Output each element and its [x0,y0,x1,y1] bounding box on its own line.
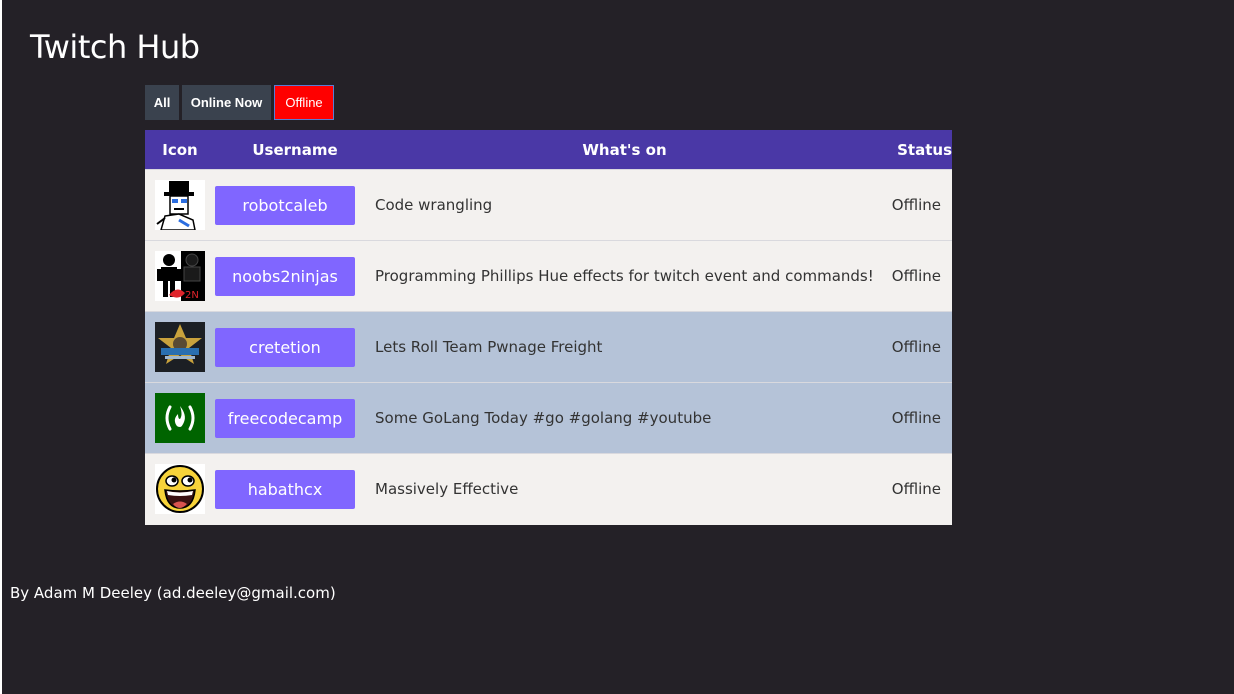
svg-text:2N: 2N [185,290,199,301]
noob-ninja-icon: 2N [155,251,205,301]
sheriff-star-icon [155,322,205,372]
status-text: Offline [891,196,941,214]
table-row: freecodecamp Some GoLang Today #go #gola… [145,382,952,454]
status-text: Offline [891,338,941,356]
filter-bar: All Online Now Offline [145,85,334,120]
whats-on-text: Some GoLang Today #go #golang #youtube [375,409,712,427]
username-button[interactable]: robotcaleb [215,185,355,225]
username-button[interactable]: habathcx [215,469,355,509]
username-button[interactable]: noobs2ninjas [215,256,355,296]
whats-on-text: Lets Roll Team Pwnage Freight [375,338,603,356]
status-text: Offline [891,267,941,285]
robot-top-hat-icon [155,180,205,230]
header-username: Username [252,140,338,159]
whats-on-text: Code wrangling [375,196,493,214]
streams-table: Icon Username What's on Status robotcale… [145,130,952,525]
footer-credit: By Adam M Deeley (ad.deeley@gmail.com) [10,584,336,602]
username-button[interactable]: freecodecamp [215,398,355,438]
window-edge [0,0,2,694]
filter-online-button[interactable]: Online Now [182,85,271,120]
status-text: Offline [891,480,941,499]
table-row: 2N noobs2ninjas Programming Phillips Hue… [145,240,952,312]
campfire-icon [155,393,205,443]
header-status: Status [897,140,952,159]
table-row: habathcx Massively Effective Offline [145,453,952,525]
table-row: robotcaleb Code wrangling Offline [145,169,952,241]
filter-all-button[interactable]: All [145,85,179,120]
filter-offline-button[interactable]: Offline [274,85,334,120]
page-title: Twitch Hub [30,28,200,66]
username-button[interactable]: cretetion [215,327,355,367]
header-icon: Icon [162,140,198,159]
table-row: cretetion Lets Roll Team Pwnage Freight … [145,311,952,383]
table-header-row: Icon Username What's on Status [145,130,952,170]
header-whats-on: What's on [582,140,667,159]
whats-on-text: Massively Effective [375,480,519,499]
whats-on-text: Programming Phillips Hue effects for twi… [375,267,874,285]
awesome-face-icon [155,464,205,515]
status-text: Offline [891,409,941,427]
